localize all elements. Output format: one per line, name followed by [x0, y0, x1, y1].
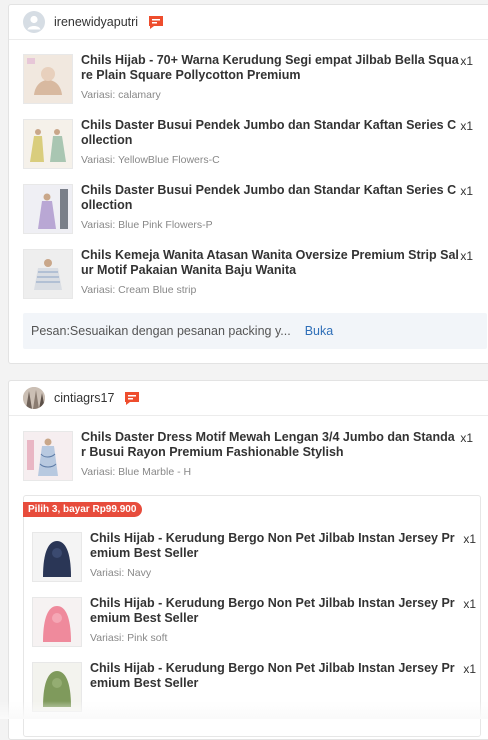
buyer-note: Pesan:Sesuaikan dengan pesanan packing y… — [23, 313, 487, 349]
order-card-header: cintiagrs17 — [9, 381, 488, 416]
product-variant: Variasi: Cream Blue strip — [81, 284, 197, 296]
product-quantity: x1 — [463, 597, 476, 611]
buyer-username[interactable]: irenewidyaputri — [54, 15, 138, 29]
product-variant: Variasi: Navy — [90, 567, 152, 579]
order-item[interactable]: Chils Hijab - Kerudung Bergo Non Pet Jil… — [32, 531, 480, 584]
buyer-note-text: Pesan:Sesuaikan dengan pesanan packing y… — [31, 324, 291, 338]
product-quantity: x1 — [460, 119, 473, 133]
order-card: cintiagrs17 Chils Daster Dress Motif Mew… — [8, 380, 488, 740]
buyer-avatar[interactable] — [23, 11, 45, 33]
order-item[interactable]: Chils Daster Busui Pendek Jumbo dan Stan… — [23, 118, 488, 171]
scroll-fade — [0, 701, 488, 719]
product-thumbnail — [23, 119, 73, 169]
order-item[interactable]: Chils Kemeja Wanita Atasan Wanita Oversi… — [23, 248, 488, 301]
user-icon — [27, 15, 41, 30]
open-note-link[interactable]: Buka — [305, 324, 334, 338]
product-title: Chils Hijab - 70+ Warna Kerudung Segi em… — [81, 53, 459, 82]
product-variant: Variasi: YellowBlue Flowers-C — [81, 154, 220, 166]
order-item[interactable]: Chils Daster Dress Motif Mewah Lengan 3/… — [23, 430, 488, 483]
product-thumbnail — [32, 597, 82, 647]
product-title: Chils Hijab - Kerudung Bergo Non Pet Jil… — [90, 661, 455, 690]
order-card: irenewidyaputri Chils Hijab - 70+ Warna … — [8, 4, 488, 364]
profile-photo-icon — [23, 387, 45, 409]
product-thumbnail — [23, 431, 73, 481]
product-variant: Variasi: Blue Pink Flowers-P — [81, 219, 213, 231]
order-item[interactable]: Chils Daster Busui Pendek Jumbo dan Stan… — [23, 183, 488, 236]
product-thumbnail — [23, 184, 73, 234]
chat-bubble-icon — [149, 15, 164, 29]
buyer-username[interactable]: cintiagrs17 — [54, 391, 114, 405]
product-thumbnail — [23, 249, 73, 299]
product-quantity: x1 — [463, 662, 476, 676]
order-item[interactable]: Chils Hijab - 70+ Warna Kerudung Segi em… — [23, 53, 488, 106]
product-title: Chils Kemeja Wanita Atasan Wanita Oversi… — [81, 248, 459, 277]
product-thumbnail — [32, 532, 82, 582]
product-variant: Variasi: Pink soft — [90, 632, 168, 644]
chat-icon[interactable] — [124, 391, 140, 406]
bundle-promo-badge: Pilih 3, bayar Rp99.900 — [23, 502, 143, 517]
order-card-header: irenewidyaputri — [9, 5, 488, 40]
product-quantity: x1 — [460, 54, 473, 68]
product-title: Chils Hijab - Kerudung Bergo Non Pet Jil… — [90, 531, 455, 560]
product-title: Chils Daster Busui Pendek Jumbo dan Stan… — [81, 183, 457, 212]
order-item[interactable]: Chils Hijab - Kerudung Bergo Non Pet Jil… — [32, 596, 480, 649]
product-quantity: x1 — [463, 532, 476, 546]
product-thumbnail — [23, 54, 73, 104]
product-title: Chils Daster Busui Pendek Jumbo dan Stan… — [81, 118, 457, 147]
product-quantity: x1 — [460, 184, 473, 198]
product-quantity: x1 — [460, 249, 473, 263]
product-variant: Variasi: calamary — [81, 89, 161, 101]
product-quantity: x1 — [460, 431, 473, 445]
product-variant: Variasi: Blue Marble - H — [81, 466, 192, 478]
buyer-avatar[interactable] — [23, 387, 45, 409]
chat-bubble-icon — [125, 391, 140, 405]
product-title: Chils Daster Dress Motif Mewah Lengan 3/… — [81, 430, 455, 459]
chat-icon[interactable] — [148, 15, 164, 30]
product-title: Chils Hijab - Kerudung Bergo Non Pet Jil… — [90, 596, 455, 625]
